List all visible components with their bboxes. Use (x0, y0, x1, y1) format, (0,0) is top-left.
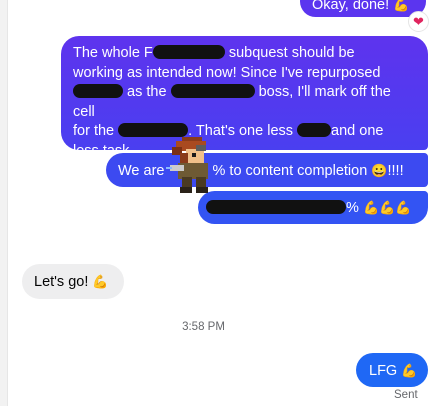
redaction-block (206, 200, 346, 214)
text-fragment: We are (118, 163, 165, 179)
message-bubble-completion[interactable]: We are % to content completion 😀!!!! (106, 153, 428, 187)
redaction-block (73, 84, 123, 98)
message-line: working as intended now! Since I've repu… (73, 64, 381, 81)
message-bubble-lfg[interactable]: LFG 💪 (356, 353, 428, 387)
text-fragment: as the (127, 84, 167, 100)
grinning-face-emoji: 😀 (371, 163, 388, 178)
text-fragment: !!!! (387, 163, 404, 179)
message-bubble-okay-done[interactable]: Okay, done! 💪 (300, 0, 426, 17)
incoming-message-lets-go[interactable]: Let's go! 💪 (22, 264, 124, 299)
redaction-block (170, 84, 255, 98)
message-line: as the boss, I'll mark off the cell (73, 83, 416, 122)
flexed-biceps-emoji: 💪💪💪 (362, 200, 412, 215)
text-fragment: The whole F (73, 45, 153, 61)
message-text: LFG (369, 363, 398, 379)
message-bubble-subquest[interactable]: The whole F subquest should be working a… (61, 36, 428, 159)
scrollbar[interactable] (0, 0, 8, 406)
message-line: The whole F subquest should be (73, 44, 416, 64)
text-fragment: subquest should be (228, 45, 355, 61)
text-fragment: % (346, 200, 359, 216)
text-fragment: for the (73, 123, 115, 139)
message-bubble-percent[interactable]: % 💪💪💪 (198, 191, 428, 224)
flexed-biceps-emoji: 💪 (401, 363, 418, 378)
message-text: Let's go! (34, 274, 89, 290)
sent-status: Sent (394, 389, 418, 401)
flexed-biceps-emoji: 💪 (393, 0, 410, 12)
message-line: for the . That's one less and one (73, 122, 416, 142)
message-timestamp: 3:58 PM (182, 321, 225, 333)
message-text: Okay, done! (312, 0, 390, 13)
heart-reaction-icon[interactable]: ❤ (408, 11, 429, 32)
redaction-block (152, 45, 225, 59)
text-fragment: % to content completion (212, 163, 368, 179)
flexed-biceps-emoji: 💪 (92, 274, 109, 289)
pixel-character-sprite (166, 137, 208, 193)
text-fragment: and one (331, 123, 384, 139)
redaction-block (297, 123, 332, 137)
